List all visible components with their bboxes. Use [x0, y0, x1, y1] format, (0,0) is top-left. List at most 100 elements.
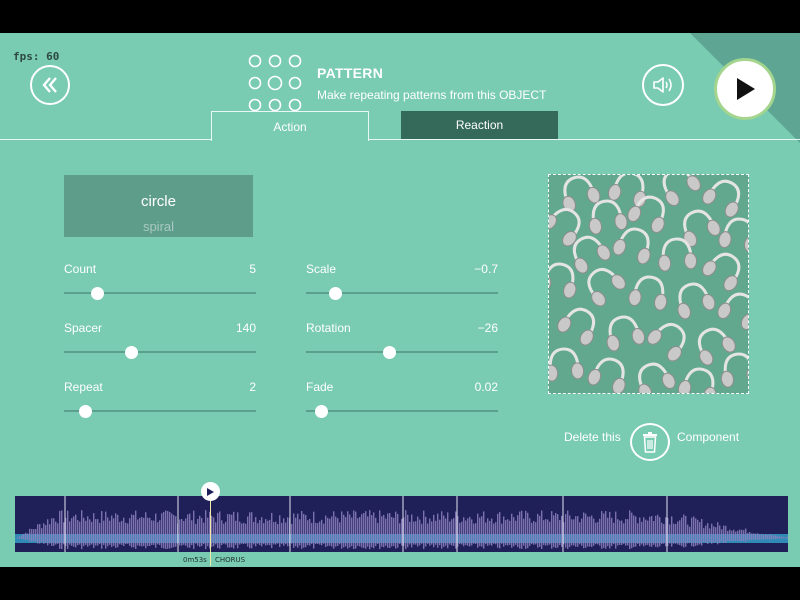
waveform-bar [671, 516, 673, 547]
waveform-bar [701, 519, 703, 546]
shape-option-next[interactable]: spiral [64, 219, 253, 234]
spacer-slider-track[interactable] [64, 351, 256, 353]
waveform-bar [241, 523, 243, 544]
delete-component-button[interactable] [630, 423, 670, 461]
waveform-bar [49, 524, 51, 544]
waveform-bar [577, 516, 579, 547]
waveform-bar [255, 517, 257, 547]
waveform-bar [491, 518, 493, 546]
tab-action[interactable]: Action [211, 111, 369, 141]
shape-option-current[interactable]: circle [64, 193, 253, 210]
waveform-bar [485, 522, 487, 545]
waveform-bar [205, 510, 207, 550]
scale-slider-thumb[interactable] [328, 287, 342, 300]
fade-slider-track[interactable] [306, 410, 498, 412]
waveform-bar [479, 517, 481, 547]
waveform-bar [447, 512, 449, 549]
waveform[interactable] [15, 496, 788, 552]
waveform-bar [465, 520, 467, 546]
waveform-bar [533, 521, 535, 545]
waveform-bar [435, 520, 437, 545]
waveform-bar [57, 523, 59, 544]
repeat-slider-track[interactable] [64, 410, 256, 412]
waveform-bar [103, 520, 105, 545]
waveform-bar [487, 518, 489, 546]
waveform-bar [711, 523, 713, 544]
tab-reaction-label: Reaction [455, 118, 504, 132]
waveform-bar [145, 512, 147, 549]
waveform-bar [71, 518, 73, 546]
waveform-bar [723, 525, 725, 543]
waveform-bar [275, 521, 277, 545]
playhead-handle[interactable] [201, 482, 220, 501]
waveform-bar [331, 516, 333, 547]
waveform-bar [337, 518, 339, 546]
waveform-bar [351, 517, 353, 547]
waveform-bar [473, 523, 475, 544]
timeline: 0m53s CHORUS [0, 482, 800, 567]
waveform-bar [615, 511, 617, 549]
waveform-bar [689, 526, 691, 543]
waveform-bar [647, 520, 649, 545]
spacer-slider-thumb[interactable] [125, 346, 139, 359]
sound-button[interactable] [642, 64, 684, 106]
waveform-bar [189, 513, 191, 548]
waveform-bar [571, 519, 573, 546]
waveform-bar [183, 520, 185, 545]
repeat-slider-thumb[interactable] [79, 405, 93, 418]
waveform-bar [227, 514, 229, 548]
waveform-bar [159, 520, 161, 546]
waveform-bar [45, 525, 47, 544]
waveform-bar [117, 514, 119, 548]
waveform-bar [433, 514, 435, 548]
param-repeat-value: 2 [249, 380, 256, 394]
waveform-bar [557, 514, 559, 548]
waveform-bar [277, 523, 279, 544]
waveform-bar [287, 517, 289, 547]
waveform-bar [135, 510, 137, 549]
pattern-preview[interactable] [537, 167, 760, 404]
tab-reaction[interactable]: Reaction [401, 111, 558, 139]
headphones-icon [677, 367, 717, 404]
waveform-bar [631, 512, 633, 549]
headphones-icon [587, 357, 626, 395]
waveform-bar [339, 522, 341, 545]
param-repeat-label: Repeat [64, 380, 103, 394]
waveform-bar [155, 513, 157, 548]
waveform-bar [397, 513, 399, 548]
waveform-bar [531, 522, 533, 545]
waveform-bar [419, 519, 421, 546]
waveform-bar [377, 522, 379, 545]
waveform-bar [263, 523, 265, 544]
waveform-bar [783, 536, 785, 539]
waveform-bar [439, 519, 441, 546]
waveform-bar [307, 520, 309, 546]
param-fade-value: 0.02 [474, 380, 498, 394]
waveform-bar [319, 521, 321, 545]
waveform-bar [513, 517, 515, 547]
waveform-bar [325, 515, 327, 547]
waveform-bar [151, 520, 153, 546]
waveform-bar [229, 514, 231, 548]
rotation-slider-track[interactable] [306, 351, 498, 353]
rotation-slider-thumb[interactable] [382, 346, 396, 359]
play-button[interactable] [714, 58, 776, 120]
waveform-bar [143, 517, 145, 547]
count-slider-thumb[interactable] [90, 287, 104, 300]
waveform-bar [669, 524, 671, 544]
shape-picker[interactable]: circle spiral [64, 175, 253, 237]
waveform-bar [627, 519, 629, 546]
waveform-bar [539, 515, 541, 547]
param-rotation: Rotation −26 [306, 321, 498, 379]
waveform-bar [731, 530, 733, 541]
waveform-bar [329, 518, 331, 546]
waveform-bar [81, 510, 83, 550]
waveform-bar [285, 522, 287, 545]
waveform-bar [243, 522, 245, 545]
waveform-bar [251, 512, 253, 549]
fade-slider-thumb[interactable] [315, 405, 329, 418]
waveform-bar [55, 521, 57, 545]
back-button[interactable] [30, 65, 70, 105]
waveform-bar [239, 521, 241, 545]
waveform-bar [719, 525, 721, 544]
